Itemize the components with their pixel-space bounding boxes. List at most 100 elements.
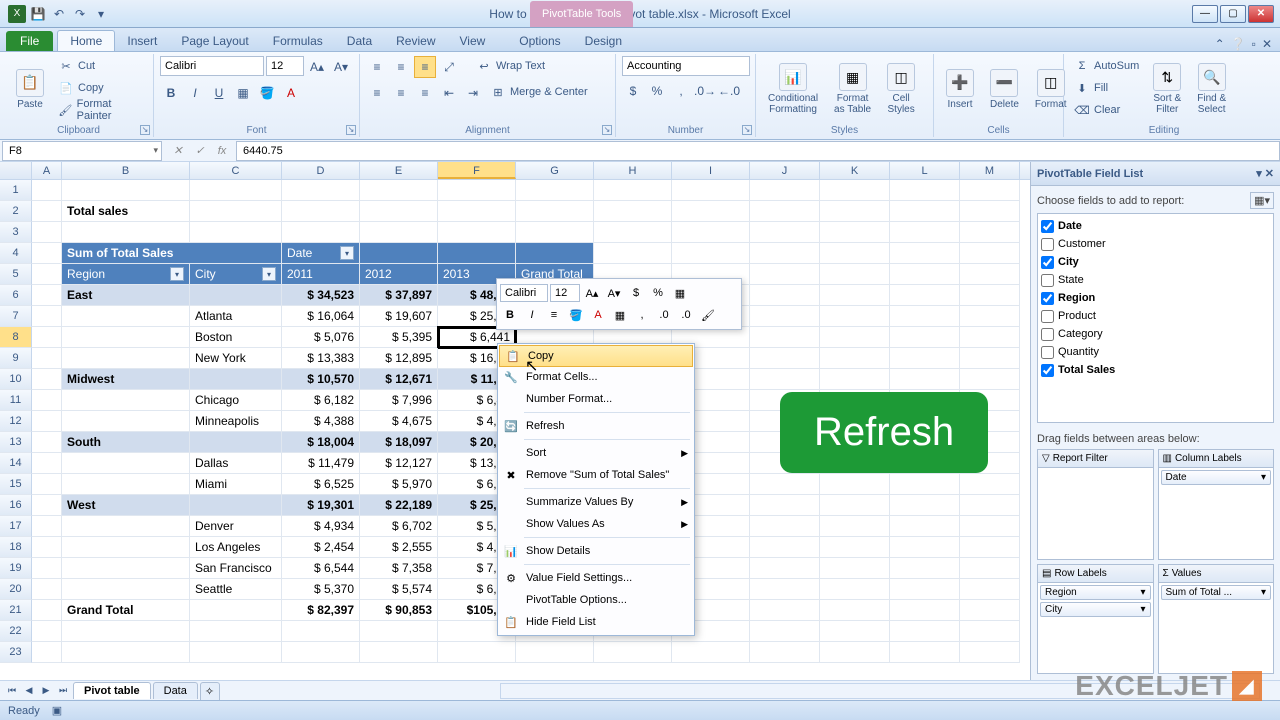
font-launcher[interactable]: ↘ [346,125,356,135]
cm-show-values-as[interactable]: Show Values As▶ [498,513,694,535]
city-filter-dropdown[interactable]: ▾ [262,267,276,281]
col-header-L[interactable]: L [890,162,960,179]
field-quantity[interactable]: Quantity [1041,343,1270,361]
cm-show-details[interactable]: 📊Show Details [498,540,694,562]
copy-button[interactable]: 📄Copy [54,78,147,98]
autosum-button[interactable]: ΣAutoSum [1070,56,1143,76]
save-icon[interactable]: 💾 [29,5,47,23]
comma-icon[interactable]: , [670,80,692,102]
col-header-I[interactable]: I [672,162,750,179]
italic-button[interactable]: I [184,82,206,104]
align-right-icon[interactable]: ≡ [414,82,436,104]
font-name-combo[interactable]: Calibri [160,56,264,76]
new-sheet-icon[interactable]: ✧ [200,682,220,700]
mini-percent-icon[interactable]: % [648,283,668,303]
tab-home[interactable]: Home [57,30,115,51]
decrease-indent-icon[interactable]: ⇤ [438,82,460,104]
decrease-decimal-icon[interactable]: ←.0 [718,80,740,102]
pill-region[interactable]: Region▾ [1040,585,1151,600]
cm-copy[interactable]: 📋Copy [499,345,693,367]
alignment-launcher[interactable]: ↘ [602,125,612,135]
number-launcher[interactable]: ↘ [742,125,752,135]
col-header-M[interactable]: M [960,162,1020,179]
col-header-K[interactable]: K [820,162,890,179]
mini-font-color-icon[interactable]: A [588,305,608,325]
tab-view[interactable]: View [448,31,498,51]
field-list-dropdown-icon[interactable]: ▾ [1256,168,1262,180]
cancel-formula-icon[interactable]: ✕ [168,142,188,160]
name-box[interactable]: F8▾ [2,141,162,161]
merge-center-button[interactable]: ⊞Merge & Center [486,82,592,102]
shrink-font-icon[interactable]: A▾ [330,56,352,78]
field-list-layout-icon[interactable]: ▦▾ [1250,192,1274,209]
align-middle-icon[interactable]: ≡ [390,56,412,78]
mini-dec-dec-icon[interactable]: .0 [676,305,696,325]
field-list-close-icon[interactable]: ✕ [1265,168,1274,180]
mini-comma-icon[interactable]: , [632,305,652,325]
fill-button[interactable]: ⬇Fill [1070,78,1143,98]
cut-button[interactable]: ✂Cut [54,56,147,76]
tab-data[interactable]: Data [335,31,384,51]
field-customer[interactable]: Customer [1041,235,1270,253]
redo-icon[interactable]: ↷ [71,5,89,23]
borders-button[interactable]: ▦ [232,82,254,104]
undo-icon[interactable]: ↶ [50,5,68,23]
cm-pivottable-options-[interactable]: PivotTable Options... [498,589,694,611]
cell-styles-button[interactable]: ◫Cell Styles [881,56,921,122]
window-restore-icon[interactable]: ▫ [1252,37,1256,51]
region-filter-dropdown[interactable]: ▾ [170,267,184,281]
delete-button[interactable]: ➖Delete [984,56,1025,122]
mini-inc-dec-icon[interactable]: .0 [654,305,674,325]
underline-button[interactable]: U [208,82,230,104]
formula-bar[interactable]: 6440.75 [236,141,1280,161]
excel-icon[interactable]: X [8,5,26,23]
align-left-icon[interactable]: ≡ [366,82,388,104]
cm-sort[interactable]: Sort▶ [498,442,694,464]
tab-page-layout[interactable]: Page Layout [169,31,260,51]
mini-bold-icon[interactable]: B [500,305,520,325]
file-tab[interactable]: File [6,31,53,51]
increase-decimal-icon[interactable]: .0→ [694,80,716,102]
find-select-button[interactable]: 🔍Find & Select [1191,56,1232,122]
maximize-button[interactable]: ▢ [1220,5,1246,23]
field-total-sales[interactable]: Total Sales [1041,361,1270,379]
fill-color-button[interactable]: 🪣 [256,82,278,104]
clipboard-launcher[interactable]: ↘ [140,125,150,135]
col-header-D[interactable]: D [282,162,360,179]
minimize-button[interactable]: — [1192,5,1218,23]
col-header-F[interactable]: F [438,162,516,179]
sheet-first-icon[interactable]: ⏮ [4,683,20,699]
format-painter-button[interactable]: 🖌Format Painter [54,100,147,120]
font-size-combo[interactable]: 12 [266,56,304,76]
grow-font-icon[interactable]: A▴ [306,56,328,78]
col-header-E[interactable]: E [360,162,438,179]
ribbon-minimize-icon[interactable]: ⌃ [1215,37,1225,51]
format-as-table-button[interactable]: ▦Format as Table [828,56,877,122]
tab-design[interactable]: Design [573,31,634,51]
cm-refresh[interactable]: 🔄Refresh [498,415,694,437]
field-product[interactable]: Product [1041,307,1270,325]
field-region[interactable]: Region [1041,289,1270,307]
font-color-button[interactable]: A [280,82,302,104]
col-header-C[interactable]: C [190,162,282,179]
col-header-G[interactable]: G [516,162,594,179]
cm-remove-sum-of-total-sales-[interactable]: ✖Remove "Sum of Total Sales" [498,464,694,486]
sheet-next-icon[interactable]: ▶ [38,683,54,699]
cm-value-field-settings-[interactable]: ⚙Value Field Settings... [498,567,694,589]
align-top-icon[interactable]: ≡ [366,56,388,78]
mini-currency-icon[interactable]: $ [626,283,646,303]
fx-icon[interactable]: fx [212,142,232,160]
clear-button[interactable]: ⌫Clear [1070,100,1143,120]
sheet-prev-icon[interactable]: ◀ [21,683,37,699]
sheet-tab-pivot[interactable]: Pivot table [73,682,151,699]
mini-fill-icon[interactable]: 🪣 [566,305,586,325]
sheet-last-icon[interactable]: ⏭ [55,683,71,699]
pill-city[interactable]: City▾ [1040,602,1151,617]
cm-number-format-[interactable]: Number Format... [498,388,694,410]
mini-grow-font-icon[interactable]: A▴ [582,283,602,303]
tab-formulas[interactable]: Formulas [261,31,335,51]
tab-insert[interactable]: Insert [115,31,169,51]
tab-review[interactable]: Review [384,31,447,51]
tab-options[interactable]: Options [507,31,572,51]
pill-date[interactable]: Date▾ [1161,470,1272,485]
